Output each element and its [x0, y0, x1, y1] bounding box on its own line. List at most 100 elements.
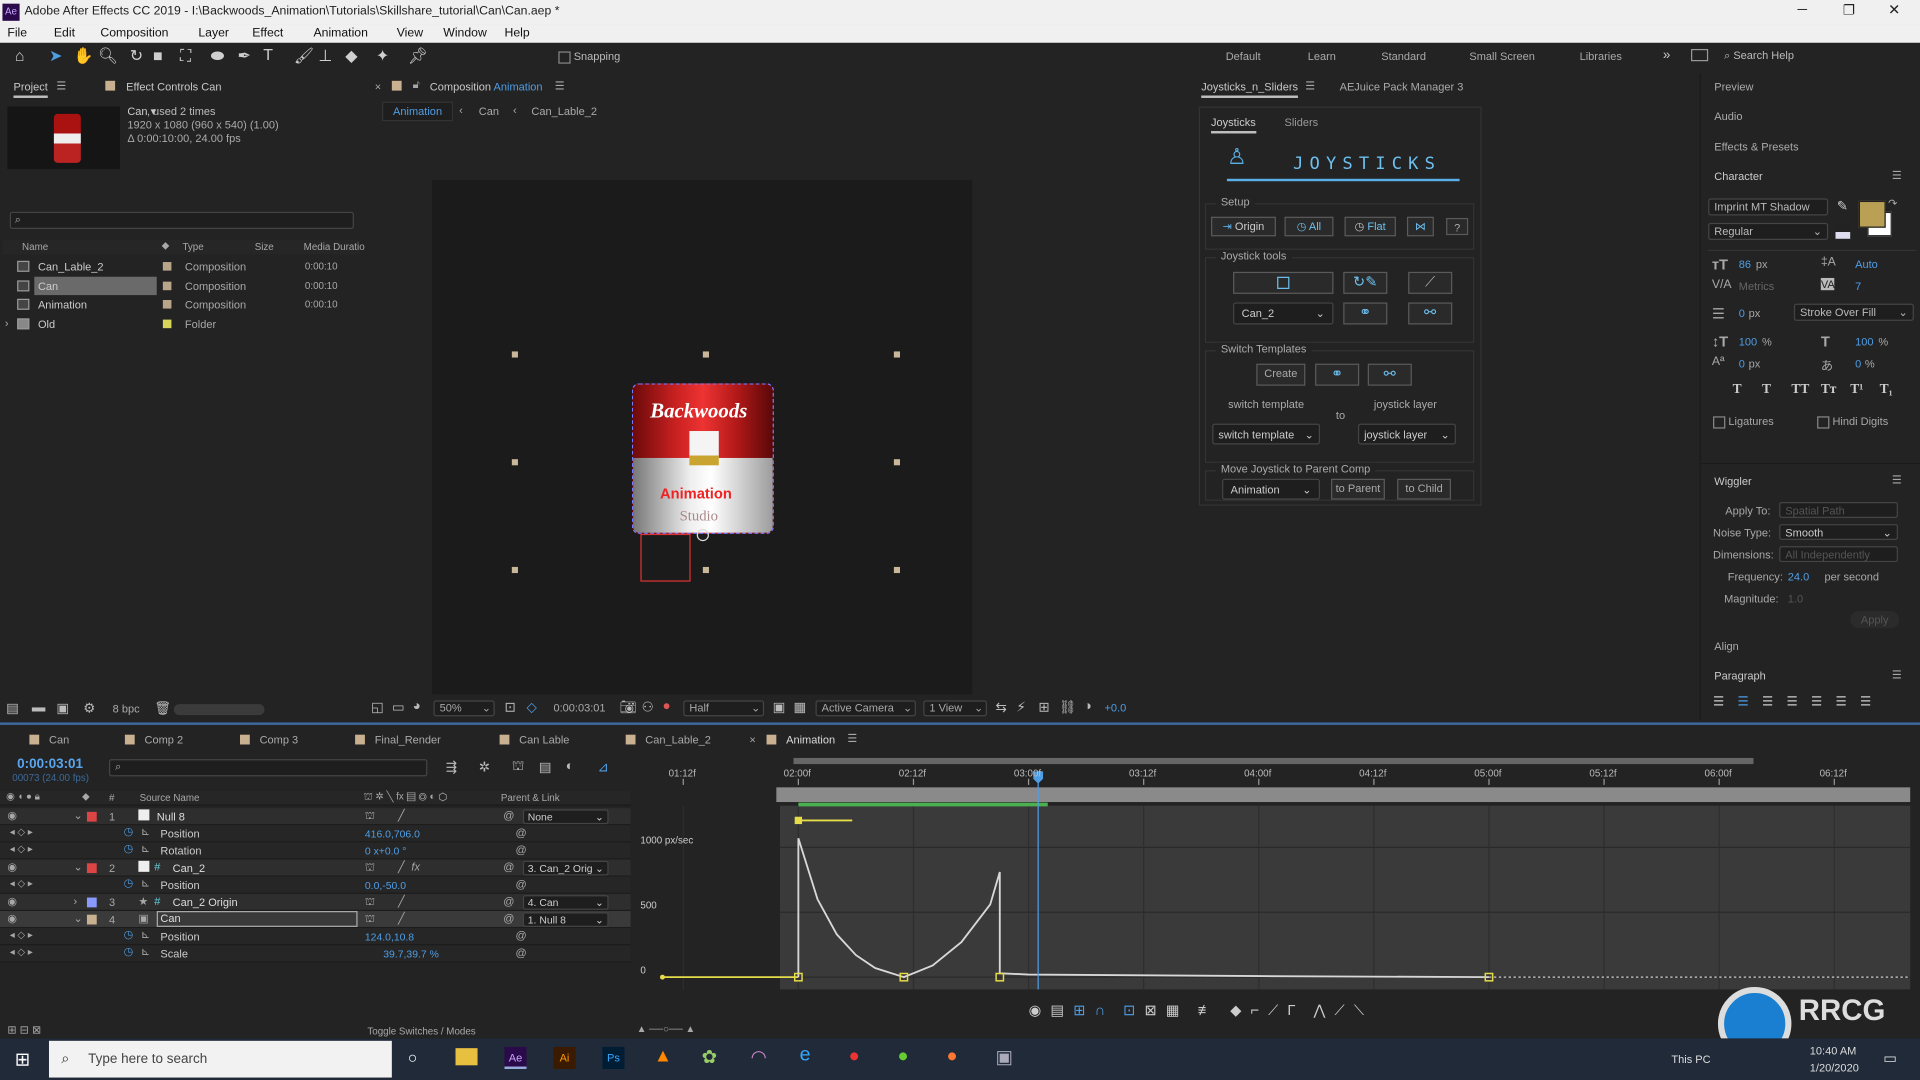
ruler-label[interactable]: 01:12f: [669, 768, 696, 779]
after-effects-taskbar-icon[interactable]: Ae: [504, 1046, 527, 1069]
eyedropper-icon[interactable]: ✎: [1837, 198, 1848, 215]
ruler-label[interactable]: 03:00f: [1014, 768, 1041, 779]
align-panel-header[interactable]: Align: [1714, 640, 1739, 652]
file-explorer-icon[interactable]: [455, 1048, 478, 1066]
photoshop-taskbar-icon[interactable]: Ps: [602, 1046, 625, 1069]
transform-handle[interactable]: [893, 566, 901, 574]
edge-taskbar-icon[interactable]: e: [800, 1044, 811, 1066]
can-layer[interactable]: Backwoods Animation Studio: [631, 383, 774, 534]
wiggler-apply-button[interactable]: Apply: [1850, 611, 1900, 629]
project-scrollbar[interactable]: [173, 704, 265, 716]
create-template-button[interactable]: Create: [1256, 363, 1306, 386]
ruler-label[interactable]: 05:12f: [1589, 768, 1616, 779]
panel-menu-icon[interactable]: ☰: [56, 80, 66, 93]
unlink-button[interactable]: ⚯: [1408, 302, 1453, 325]
tab-composition[interactable]: Composition Animation: [430, 81, 543, 93]
misc-taskbar-icon[interactable]: ▣: [996, 1046, 1013, 1068]
paragraph-align-icon[interactable]: ☰: [1762, 696, 1773, 709]
font-style-button[interactable]: Tт: [1821, 382, 1837, 397]
transform-handle[interactable]: [511, 459, 518, 466]
noise-type-select[interactable]: Smooth ⌄: [1779, 524, 1898, 541]
baseline-shift-value[interactable]: 0: [1739, 358, 1745, 370]
menu-item-composition[interactable]: Composition: [100, 27, 168, 40]
rotate-tool-icon[interactable]: ↻: [130, 47, 143, 67]
help-button[interactable]: ?: [1446, 217, 1469, 236]
pan-behind-tool-icon[interactable]: ⛶: [180, 47, 191, 67]
no-fill-icon[interactable]: [1835, 225, 1851, 239]
link-button[interactable]: ⚭: [1343, 302, 1388, 325]
notifications-icon[interactable]: ▭: [1883, 1049, 1897, 1066]
label-color-swatch[interactable]: [162, 262, 172, 271]
app-taskbar-icon[interactable]: ✿: [702, 1046, 717, 1068]
ease-in-icon[interactable]: ⟋: [1335, 1002, 1345, 1019]
clone-stamp-tool-icon[interactable]: ⊥: [318, 47, 332, 67]
hold-keyframe-icon[interactable]: ◆: [1230, 1002, 1241, 1019]
workspace-libraries[interactable]: Libraries: [1580, 50, 1622, 62]
headset-taskbar-icon[interactable]: ◠: [751, 1046, 767, 1068]
apply-to-select[interactable]: Spatial Path: [1779, 502, 1898, 518]
all-button[interactable]: ◷ All: [1284, 216, 1334, 237]
panel-menu-icon[interactable]: ☰: [1892, 169, 1902, 182]
view-layout-select[interactable]: 1 View ⌄: [923, 700, 987, 717]
hindi-digits-checkbox[interactable]: Hindi Digits: [1817, 415, 1888, 429]
audio-panel-header[interactable]: Audio: [1714, 110, 1742, 122]
menu-item-file[interactable]: File: [7, 27, 27, 40]
close-window-button[interactable]: ✕: [1888, 1, 1900, 18]
project-settings-icon[interactable]: ⚙: [83, 700, 95, 717]
paragraph-align-icon[interactable]: ☰: [1713, 696, 1724, 709]
menu-item-help[interactable]: Help: [504, 27, 529, 40]
show-properties-icon[interactable]: ◉: [1029, 1002, 1042, 1019]
camera-view-select[interactable]: Active Camera ⌄: [815, 700, 916, 717]
sync-settings-icon[interactable]: [1691, 48, 1709, 62]
ruler-label[interactable]: 03:12f: [1129, 768, 1156, 779]
transform-handle[interactable]: [511, 351, 518, 358]
origin-button[interactable]: ⇥ Origin: [1211, 216, 1276, 237]
menu-item-edit[interactable]: Edit: [54, 27, 75, 40]
project-item[interactable]: Animation Composition 0:00:10: [2, 295, 360, 313]
dimensions-select[interactable]: All Independently: [1779, 546, 1898, 563]
expand-chevron-icon[interactable]: ›: [5, 317, 9, 329]
hand-tool-icon[interactable]: ✋: [73, 47, 93, 67]
menu-item-layer[interactable]: Layer: [198, 27, 229, 40]
exposure-reset-icon[interactable]: ◑: [1084, 699, 1092, 714]
auto-bezier-icon[interactable]: ⟋: [1268, 1002, 1278, 1019]
show-snapshot-icon[interactable]: ⚇: [642, 699, 654, 715]
transform-handle[interactable]: [702, 351, 709, 358]
interpret-footage-icon[interactable]: ▤: [6, 700, 19, 717]
bezier-icon[interactable]: Γ: [1287, 1002, 1295, 1019]
clock-date[interactable]: 1/20/2020: [1810, 1062, 1859, 1074]
panel-menu-icon[interactable]: ☰: [1892, 669, 1902, 682]
menu-item-view[interactable]: View: [397, 27, 423, 40]
home-icon[interactable]: ⌂: [15, 47, 25, 65]
project-item[interactable]: Can Composition 0:00:10: [2, 276, 360, 295]
illustrator-taskbar-icon[interactable]: Ai: [553, 1046, 576, 1069]
font-family-select[interactable]: Imprint MT Shadow: [1708, 198, 1829, 216]
pen-tool-icon[interactable]: ✒: [238, 47, 251, 67]
ruler-label[interactable]: 02:00f: [784, 768, 811, 779]
ruler-label[interactable]: 04:00f: [1244, 768, 1271, 779]
channel-icon[interactable]: ●: [662, 699, 670, 714]
tab-joysticks-n-sliders[interactable]: Joysticks_n_Sliders: [1201, 81, 1298, 98]
current-time-display[interactable]: 0:00:03:01: [553, 702, 605, 714]
transform-handle[interactable]: [702, 566, 709, 574]
zoom-tool-icon[interactable]: 🔍︎: [98, 47, 118, 67]
mask-visibility-icon[interactable]: ◕: [413, 699, 421, 714]
puppet-tool-icon[interactable]: 📌︎: [408, 47, 428, 67]
subtab-sliders[interactable]: Sliders: [1284, 116, 1318, 128]
tab-effect-controls[interactable]: Effect Controls Can: [126, 81, 221, 93]
ruler-label[interactable]: 06:12f: [1820, 768, 1847, 779]
font-style-button[interactable]: T₁: [1880, 382, 1893, 397]
create-joystick-button[interactable]: [1233, 271, 1334, 294]
ruler-label[interactable]: 05:00f: [1474, 768, 1501, 779]
effects-presets-panel-header[interactable]: Effects & Presets: [1714, 141, 1798, 153]
transform-handle[interactable]: [893, 459, 901, 466]
linear-keyframe-icon[interactable]: ⌐: [1251, 1002, 1260, 1019]
curve-button[interactable]: ⟋: [1408, 271, 1453, 294]
font-style-button[interactable]: T¹: [1850, 382, 1863, 397]
search-help-field[interactable]: ⌕ Search Help: [1724, 49, 1794, 62]
joystick-layer-select[interactable]: Can_2 ⌄: [1233, 302, 1334, 325]
easy-ease-icon[interactable]: ⋀: [1313, 1002, 1325, 1019]
transparency-grid-icon[interactable]: ◇: [527, 699, 537, 715]
project-item[interactable]: Can_Lable_2 Composition 0:00:10: [2, 257, 360, 275]
panel-menu-icon[interactable]: ☰: [1892, 474, 1902, 487]
